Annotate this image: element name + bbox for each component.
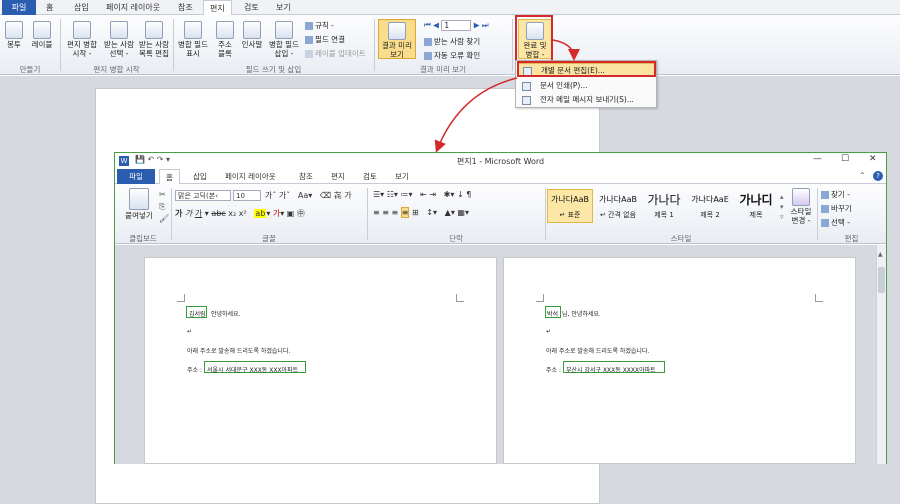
tab-file[interactable]: 파일 — [117, 169, 155, 184]
address-label: 주소 : — [546, 367, 561, 374]
cut-icon[interactable]: ✂ — [159, 190, 166, 199]
paste-button[interactable]: 붙여넣기 — [119, 188, 159, 220]
tab-home[interactable]: 홈 — [159, 169, 180, 184]
tab-insert[interactable]: 삽입 — [187, 169, 213, 184]
letter-page-2: 박석 님, 안녕하세요. ↵ 아래 주소로 발송해 드리도록 하겠습니다. 주소… — [503, 257, 856, 464]
style-title[interactable]: 가나디 제목 — [733, 189, 779, 223]
group-label-styles: 스타일 — [670, 234, 692, 243]
home-ribbon: 붙여넣기 ✂ ⎘ 🖌 맑은 고딕(본‹ 10 가ˆ 가ˇ Aa▾ ⌫ 㐂 가 가… — [115, 184, 886, 244]
style-no-spacing[interactable]: 가나다AaB ↵ 간격 없음 — [595, 189, 641, 223]
merged-document-area: 김서림 안녕하세요. ↵ 아래 주소로 발송해 드리도록 하겠습니다. 주소 :… — [115, 245, 886, 464]
format-painter-icon[interactable]: 🖌 — [159, 214, 169, 223]
scroll-thumb[interactable] — [878, 267, 885, 293]
font-name-select[interactable]: 맑은 고딕(본‹ — [175, 190, 231, 201]
copy-icon[interactable]: ⎘ — [159, 202, 165, 212]
recipient-name: 박석 — [547, 311, 559, 318]
find-icon — [821, 191, 829, 199]
maximize-icon[interactable]: ☐ — [841, 154, 849, 164]
tab-view[interactable]: 보기 — [389, 169, 415, 184]
list-controls[interactable]: ☰▾ ☷▾ ≔▾ ⇤ ⇥ ✱▾ ↓ ¶ — [373, 190, 471, 199]
tab-page-layout[interactable]: 페이지 레이아웃 — [219, 169, 282, 184]
font-size-select[interactable]: 10 — [233, 190, 261, 201]
merged-document-window: W 💾 ↶ ↷ ▾ 편지1 - Microsoft Word — ☐ ✕ 파일 … — [114, 152, 887, 464]
scroll-up-icon[interactable]: ▲ — [878, 251, 883, 258]
style-heading-2[interactable]: 가나다AaE 제목 2 — [687, 189, 733, 223]
margin-mark — [177, 294, 185, 302]
find-button[interactable]: 찾기 - — [821, 189, 850, 200]
tab-mailings[interactable]: 편지 — [325, 169, 351, 184]
clipboard-icon — [129, 188, 149, 210]
group-label-editing: 편집 — [844, 234, 859, 243]
body-text: 아래 주소로 발송해 드리도록 하겠습니다. — [187, 348, 291, 355]
replace-icon — [821, 205, 829, 213]
window-title: 편지1 - Microsoft Word — [456, 157, 545, 166]
recipient-address: 부산시 강서구 XXX동 XXXX아파트 — [566, 367, 656, 374]
paragraph-mark: ↵ — [187, 328, 193, 335]
ribbon-tabs: 파일 홈 삽입 페이지 레이아웃 참조 편지 검토 보기 ⌃ ? — [115, 169, 886, 184]
change-styles-icon — [792, 188, 810, 206]
recipient-name: 김서림 — [189, 311, 206, 318]
margin-mark — [456, 294, 464, 302]
body-text: 아래 주소로 발송해 드리도록 하겠습니다. — [546, 348, 650, 355]
group-label-paragraph: 단락 — [449, 234, 463, 243]
replace-button[interactable]: 바꾸기 — [821, 203, 852, 214]
help-icon[interactable]: ? — [873, 171, 883, 181]
close-icon[interactable]: ✕ — [869, 154, 877, 164]
minimize-icon[interactable]: — — [813, 154, 822, 164]
tab-review[interactable]: 검토 — [357, 169, 383, 184]
alignment-controls[interactable]: ≡ ≡ ≡ ≡ ⊞ ↕▾ ▲▾ ▦▾ — [373, 207, 469, 218]
address-label: 주소 : — [187, 367, 202, 374]
margin-mark — [536, 294, 544, 302]
margin-mark — [815, 294, 823, 302]
select-icon — [821, 219, 829, 227]
letter-page-1: 김서림 안녕하세요. ↵ 아래 주소로 발송해 드리도록 하겠습니다. 주소 :… — [144, 257, 497, 464]
style-scroll-icon[interactable]: ▴ ▾ ▿ — [780, 192, 784, 222]
style-normal[interactable]: 가나다AaB ↵ 표준 — [547, 189, 593, 223]
group-label-clipboard: 클립보드 — [129, 234, 157, 243]
font-size-controls[interactable]: 가ˆ 가ˇ Aa▾ ⌫ 㐂 가 — [265, 190, 352, 201]
collapse-ribbon-icon[interactable]: ⌃ — [859, 171, 866, 180]
recipient-address: 서울시 서대문구 XXX동 XXX아파트 — [207, 367, 299, 374]
greeting-text: 님, 안녕하세요. — [562, 311, 601, 318]
style-heading-1[interactable]: 가나다 제목 1 — [641, 189, 687, 223]
greeting-text: 안녕하세요. — [211, 311, 241, 318]
change-styles-button[interactable]: 스타일 변경 - — [787, 188, 815, 225]
paragraph-mark: ↵ — [546, 328, 552, 335]
group-label-font: 글꼴 — [262, 234, 276, 243]
vertical-scrollbar[interactable]: ▲ — [876, 245, 886, 464]
select-button[interactable]: 선택 - — [821, 217, 850, 228]
font-format-toolbar[interactable]: 가 가 가 ▾ abc x₂ x² ab▾ 가▾ ▣ ㊥ — [175, 208, 305, 219]
tab-references[interactable]: 참조 — [293, 169, 319, 184]
title-bar: W 💾 ↶ ↷ ▾ 편지1 - Microsoft Word — ☐ ✕ — [115, 153, 886, 169]
